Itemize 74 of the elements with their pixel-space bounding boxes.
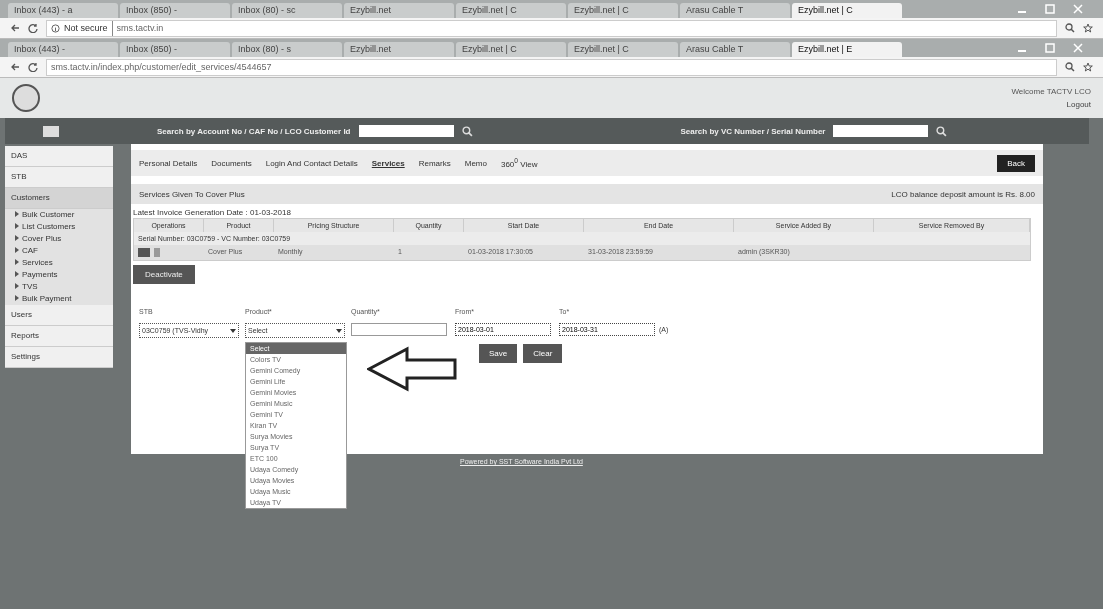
caret-icon bbox=[230, 328, 236, 333]
bullet-icon bbox=[15, 235, 19, 241]
browser-tab[interactable]: Ezybill.net | C bbox=[568, 3, 678, 18]
browser-tab[interactable]: Ezybill.net bbox=[344, 42, 454, 57]
zoom-icon[interactable] bbox=[1065, 62, 1075, 72]
back-icon[interactable] bbox=[10, 23, 20, 33]
reload-icon[interactable] bbox=[28, 62, 38, 72]
clear-button[interactable]: Clear bbox=[523, 344, 563, 363]
browser-tab[interactable]: Ezybill.net | C bbox=[568, 42, 678, 57]
address-field[interactable]: Not secure sms.tactv.in bbox=[46, 19, 1057, 37]
browser-tab[interactable]: Arasu Cable T bbox=[680, 3, 790, 18]
back-button[interactable]: Back bbox=[997, 154, 1035, 172]
browser-tab[interactable]: Ezybill.net | C bbox=[456, 42, 566, 57]
bullet-icon bbox=[15, 259, 19, 265]
sidebar-item[interactable]: Users bbox=[5, 305, 113, 326]
deactivate-button[interactable]: Deactivate bbox=[133, 265, 195, 284]
browser-tab[interactable]: Inbox (850) - bbox=[120, 42, 230, 57]
sidebar-item[interactable]: Bulk Customer bbox=[5, 209, 113, 221]
caret-icon bbox=[336, 328, 342, 333]
content-tab[interactable]: Services bbox=[371, 158, 405, 168]
search-label: Search by VC Number / Serial Number bbox=[680, 126, 826, 136]
info-icon[interactable] bbox=[51, 23, 60, 33]
browser-tab[interactable]: Ezybill.net | E bbox=[792, 42, 902, 57]
bullet-icon bbox=[15, 271, 19, 277]
content-tab[interactable]: Memo bbox=[464, 158, 487, 168]
sidebar-item[interactable]: Payments bbox=[5, 269, 113, 281]
content-tab[interactable]: Login And Contact Details bbox=[265, 158, 358, 168]
account-search-field[interactable] bbox=[358, 125, 454, 137]
bullet-icon bbox=[15, 247, 19, 253]
star-icon[interactable] bbox=[1083, 23, 1093, 33]
search-icon[interactable] bbox=[936, 125, 948, 137]
sidebar-item[interactable]: Settings bbox=[5, 347, 113, 368]
browser-tab[interactable]: Inbox (80) - sc bbox=[232, 3, 342, 18]
sidebar-item[interactable]: Cover Plus bbox=[5, 233, 113, 245]
sidebar-item[interactable]: DAS bbox=[5, 146, 113, 167]
star-icon[interactable] bbox=[1083, 62, 1093, 72]
zoom-icon[interactable] bbox=[1065, 23, 1075, 33]
content-tab[interactable]: 360$^{0}$ View bbox=[500, 157, 538, 169]
browser-tab[interactable]: Ezybill.net | C bbox=[456, 3, 566, 18]
browser-tab[interactable]: Inbox (80) - s bbox=[232, 42, 342, 57]
welcome-text: Welcome TACTV LCO bbox=[1011, 87, 1091, 96]
invoice-date: Latest Invoice Generation Date : 01-03-2018 bbox=[132, 207, 292, 218]
back-icon[interactable] bbox=[10, 62, 20, 72]
logout-link[interactable]: Logout bbox=[1066, 100, 1091, 109]
content-tab[interactable]: Remarks bbox=[418, 158, 451, 168]
balance-note: LCO balance deposit amount is Rs. 8.00 bbox=[891, 189, 1035, 199]
bullet-icon bbox=[15, 295, 19, 301]
search-label: Search by Account No / CAF No / LCO Customer Id bbox=[157, 126, 351, 136]
content-tab[interactable]: Documents bbox=[211, 158, 252, 168]
browser-tab[interactable]: Ezybill.net | C bbox=[792, 3, 902, 18]
sidebar-item[interactable]: CAF bbox=[5, 245, 113, 257]
browser-tab[interactable]: Ezybill.net bbox=[344, 3, 454, 18]
sidebar-item[interactable]: Reports bbox=[5, 326, 113, 347]
sidebar-item[interactable]: Customers bbox=[5, 188, 113, 209]
bullet-icon bbox=[15, 283, 19, 289]
content-tab[interactable]: Personal Details bbox=[139, 158, 198, 168]
section-title: Services Given To Cover Plus bbox=[139, 189, 245, 199]
sidebar-item[interactable]: Services bbox=[5, 257, 113, 269]
search-icon[interactable] bbox=[461, 125, 473, 137]
browser-tab[interactable]: Inbox (443) - a bbox=[8, 3, 118, 18]
save-button[interactable]: Save bbox=[479, 344, 518, 363]
bullet-icon bbox=[15, 211, 19, 217]
logo-icon bbox=[12, 84, 40, 112]
address-field[interactable]: sms.tactv.in/index.php/customer/edit_services/4544657 bbox=[46, 58, 1057, 76]
reload-icon[interactable] bbox=[28, 23, 38, 33]
bullet-icon bbox=[15, 223, 19, 229]
sidebar-item[interactable]: List Customers bbox=[5, 221, 113, 233]
browser-tab[interactable]: Inbox (850) - bbox=[120, 3, 230, 18]
quantity-field[interactable] bbox=[351, 323, 447, 336]
sidebar-item[interactable]: TVS bbox=[5, 281, 113, 293]
sidebar-item[interactable]: Bulk Payment bbox=[5, 293, 113, 305]
vc-search-field[interactable] bbox=[833, 125, 929, 137]
browser-tab[interactable]: Inbox (443) - bbox=[8, 42, 118, 57]
browser-tab[interactable]: Arasu Cable T bbox=[680, 42, 790, 57]
